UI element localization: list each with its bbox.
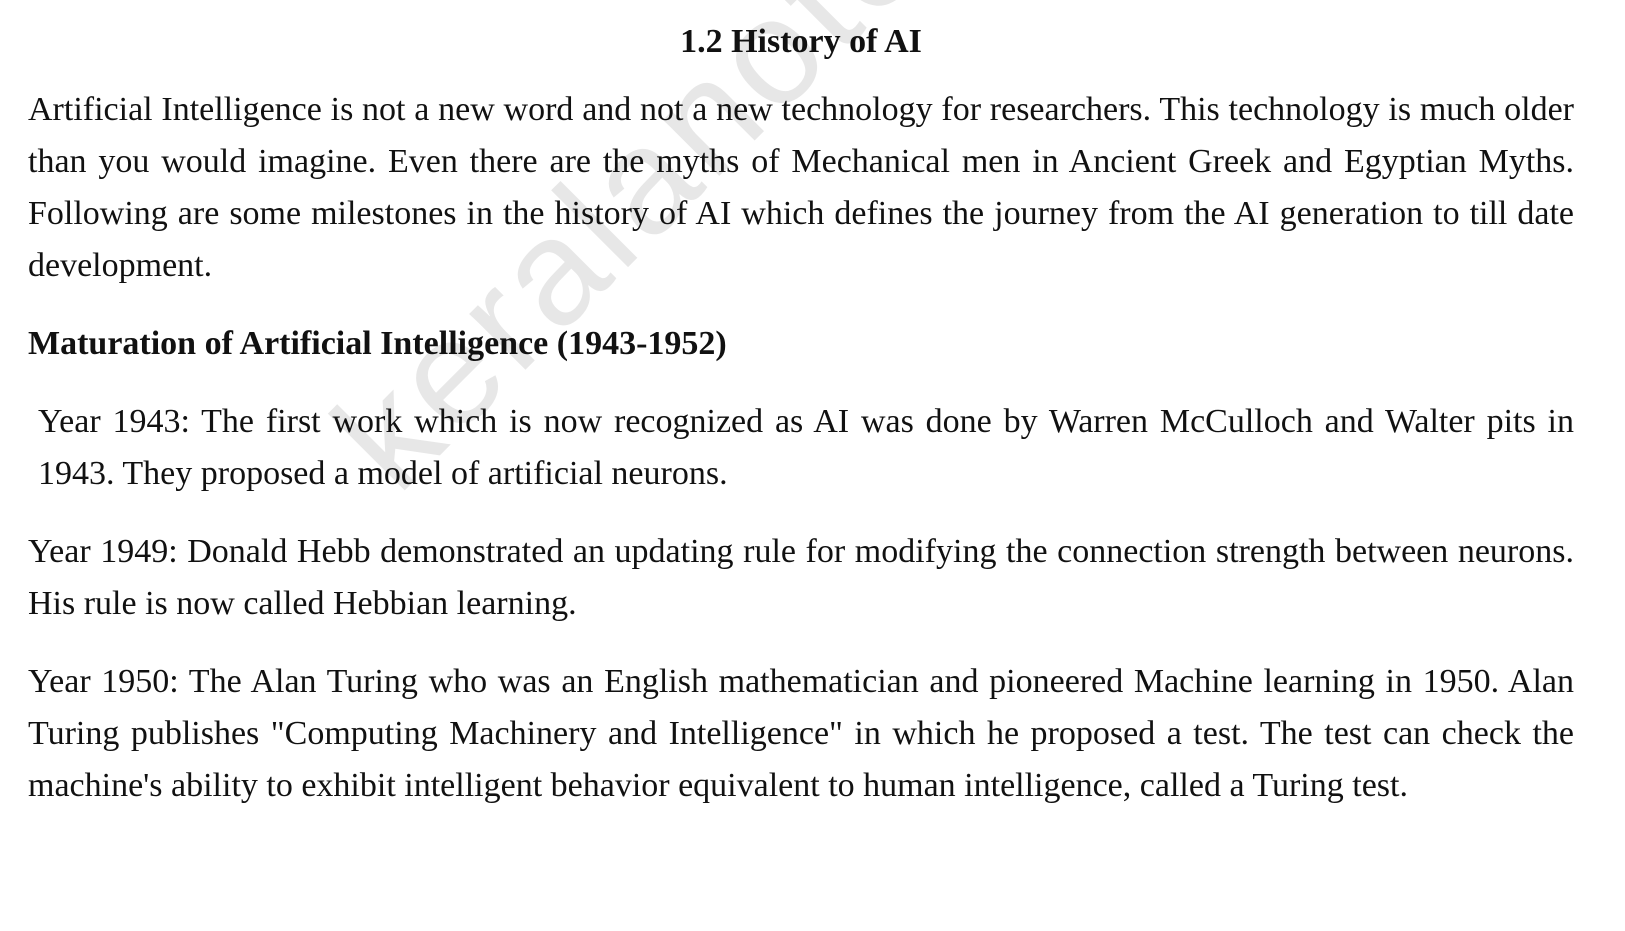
page-title: 1.2 History of AI	[680, 23, 922, 60]
milestone-1943: Year 1943: The first work which is now r…	[38, 403, 1574, 492]
document-page: 1.2 History of AI Artificial Intelligenc…	[28, 14, 1574, 838]
intro-paragraph: Artificial Intelligence is not a new wor…	[28, 91, 1574, 284]
milestone-1949: Year 1949: Donald Hebb demonstrated an u…	[28, 533, 1574, 622]
section-heading: Maturation of Artificial Intelligence (1…	[28, 325, 727, 362]
milestone-1950: Year 1950: The Alan Turing who was an En…	[28, 663, 1574, 804]
